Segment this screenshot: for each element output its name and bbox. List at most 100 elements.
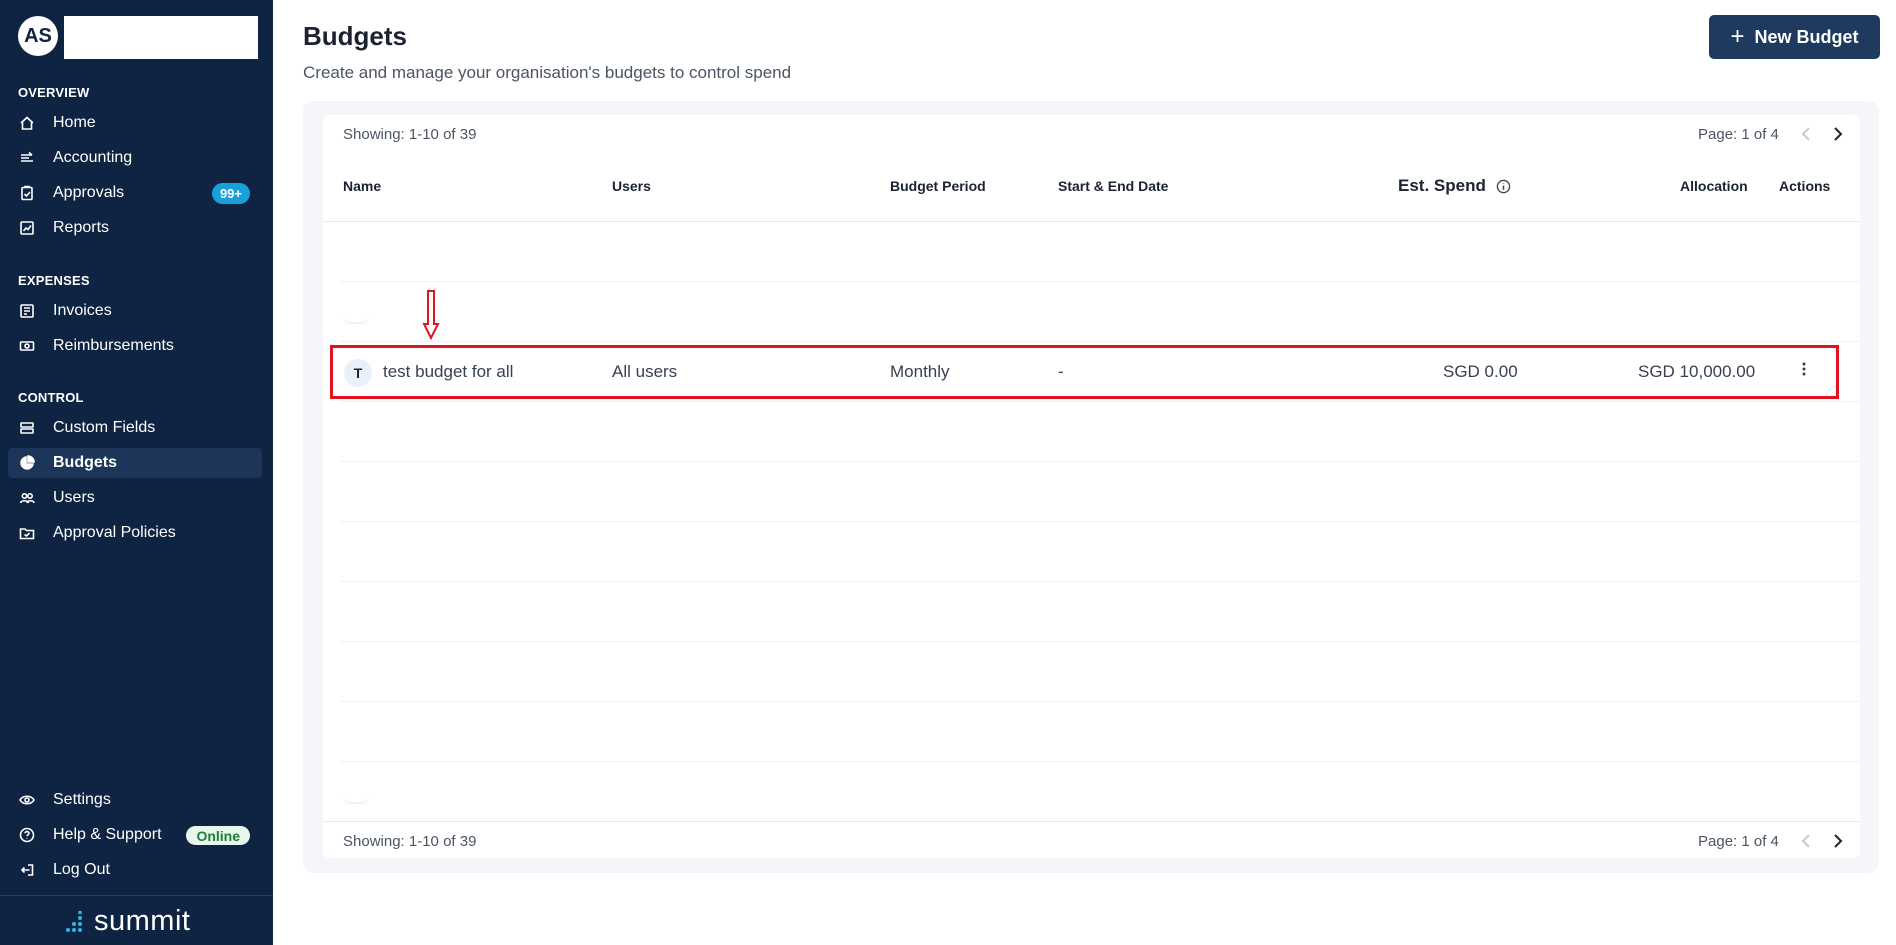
chart-icon <box>18 219 36 237</box>
more-actions-icon[interactable] <box>1800 361 1808 379</box>
info-icon[interactable] <box>1496 179 1511 194</box>
section-title-expenses: EXPENSES <box>18 273 90 288</box>
users-icon <box>18 489 36 507</box>
chevron-left-icon <box>1801 127 1810 141</box>
budget-period-cell: Monthly <box>890 362 950 381</box>
summit-logo-icon <box>66 910 82 932</box>
row-divider <box>340 401 1860 402</box>
next-page-button-bottom[interactable] <box>1828 831 1848 851</box>
table-footer-divider <box>323 821 1860 822</box>
sidebar-item-label: Settings <box>53 791 111 808</box>
clipboard-check-icon <box>18 184 36 202</box>
column-header-actions: Actions <box>1779 178 1831 194</box>
budget-name-cell[interactable]: test budget for all <box>383 362 513 382</box>
loading-placeholder <box>343 796 369 804</box>
sidebar-item-log-out[interactable]: Log Out <box>8 855 262 885</box>
section-title-overview: OVERVIEW <box>18 85 90 100</box>
column-header-start-end-date[interactable]: Start & End Date <box>1058 178 1168 194</box>
sidebar-item-users[interactable]: Users <box>8 483 262 513</box>
sidebar-item-settings[interactable]: Settings <box>8 785 262 815</box>
sidebar-item-label: Approval Policies <box>53 524 176 541</box>
invoice-icon <box>18 302 36 320</box>
column-header-est-spend[interactable]: Est. Spend <box>1398 176 1486 196</box>
plus-icon: + <box>1730 23 1745 50</box>
brand-name: summit <box>94 905 191 937</box>
budget-users-cell: All users <box>612 362 678 381</box>
section-title-control: CONTROL <box>18 390 84 405</box>
eye-icon <box>18 791 36 809</box>
sidebar-item-label: Home <box>53 114 96 131</box>
help-icon <box>18 826 36 844</box>
new-budget-button[interactable]: + New Budget <box>1709 15 1880 59</box>
sidebar-item-label: Invoices <box>53 302 112 319</box>
column-header-users[interactable]: Users <box>612 178 651 194</box>
column-header-budget-period[interactable]: Budget Period <box>890 178 986 194</box>
budget-initial-avatar: T <box>344 359 372 387</box>
table-header-divider <box>323 221 1860 222</box>
organisation-name-box[interactable] <box>64 16 258 59</box>
sidebar-item-approvals[interactable]: Approvals 99+ <box>8 178 262 208</box>
row-divider <box>340 581 1860 582</box>
budget-est-spend-cell: SGD 0.00 <box>1443 362 1518 381</box>
chevron-left-icon <box>1801 834 1810 848</box>
budget-dates-cell: - <box>1058 362 1064 381</box>
sidebar-item-reimbursements[interactable]: Reimbursements <box>8 331 262 361</box>
sidebar-divider <box>0 895 273 896</box>
next-page-button-top[interactable] <box>1828 124 1848 144</box>
brand-logo: summit <box>64 905 190 938</box>
sidebar: AS OVERVIEW Home Accounting Approvals 99… <box>0 0 273 945</box>
row-divider <box>340 761 1860 762</box>
chevron-right-icon <box>1834 834 1843 848</box>
row-divider <box>340 281 1860 282</box>
sidebar-item-label: Help & Support <box>53 826 162 843</box>
sidebar-item-label: Custom Fields <box>53 419 156 436</box>
row-divider <box>340 341 1860 342</box>
sidebar-item-label: Log Out <box>53 861 110 878</box>
logout-icon <box>18 861 36 879</box>
page-title: Budgets <box>303 21 407 51</box>
sidebar-item-home[interactable]: Home <box>8 108 262 138</box>
table-row[interactable] <box>330 345 1839 399</box>
pie-chart-icon <box>18 454 36 472</box>
sidebar-item-label: Accounting <box>53 149 133 166</box>
page-indicator-bottom: Page: 1 of 4 <box>1698 833 1779 850</box>
sidebar-item-label: Budgets <box>53 454 117 471</box>
budget-allocation-cell: SGD 10,000.00 <box>1638 362 1756 381</box>
row-divider <box>340 521 1860 522</box>
avatar[interactable]: AS <box>18 16 58 56</box>
online-status-badge: Online <box>186 826 250 845</box>
showing-count-top: Showing: 1-10 of 39 <box>343 126 477 143</box>
new-budget-label: New Budget <box>1754 26 1859 47</box>
sidebar-item-label: Approvals <box>53 184 125 201</box>
sidebar-item-budgets[interactable]: Budgets <box>8 448 262 478</box>
fields-icon <box>18 419 36 437</box>
chevron-right-icon <box>1834 127 1843 141</box>
approvals-count-badge: 99+ <box>211 183 250 204</box>
row-divider <box>340 641 1860 642</box>
cash-icon <box>18 337 36 355</box>
sidebar-item-approval-policies[interactable]: Approval Policies <box>8 518 262 548</box>
sidebar-item-reports[interactable]: Reports <box>8 213 262 243</box>
home-icon <box>18 114 36 132</box>
sidebar-item-label: Reports <box>53 219 110 236</box>
folder-check-icon <box>18 524 36 542</box>
sidebar-item-accounting[interactable]: Accounting <box>8 143 262 173</box>
sidebar-item-label: Reimbursements <box>53 337 174 354</box>
sidebar-item-custom-fields[interactable]: Custom Fields <box>8 413 262 443</box>
transfer-icon <box>18 149 36 167</box>
prev-page-button-top[interactable] <box>1796 124 1816 144</box>
column-header-name[interactable]: Name <box>343 178 381 194</box>
sidebar-item-label: Users <box>53 489 95 506</box>
page-subtitle: Create and manage your organisation's bu… <box>303 63 792 82</box>
annotation-arrow-icon <box>422 290 440 340</box>
row-divider <box>340 701 1860 702</box>
sidebar-item-help-support[interactable]: Help & Support Online <box>8 820 262 850</box>
page-indicator-top: Page: 1 of 4 <box>1698 126 1779 143</box>
budgets-table-card <box>323 115 1860 858</box>
column-header-allocation[interactable]: Allocation <box>1680 178 1748 194</box>
showing-count-bottom: Showing: 1-10 of 39 <box>343 833 477 850</box>
row-divider <box>340 461 1860 462</box>
loading-placeholder <box>343 316 369 324</box>
sidebar-item-invoices[interactable]: Invoices <box>8 296 262 326</box>
prev-page-button-bottom[interactable] <box>1796 831 1816 851</box>
